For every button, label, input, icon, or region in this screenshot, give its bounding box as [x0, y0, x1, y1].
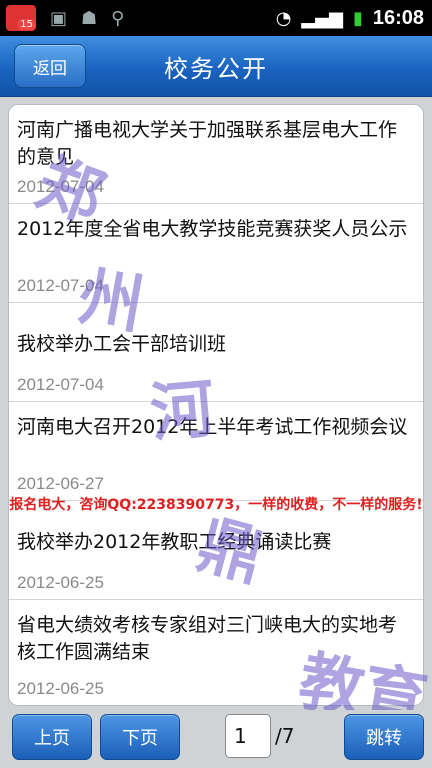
list-item[interactable]: 河南广播电视大学关于加强联系基层电大工作的意见 2012-07-04 — [9, 105, 423, 204]
item-title: 省电大绩效考核专家组对三门峡电大的实地考核工作圆满结束 — [17, 614, 398, 663]
news-list: 河南广播电视大学关于加强联系基层电大工作的意见 2012-07-04 2012年… — [8, 104, 424, 706]
prev-page-button[interactable]: 上页 — [12, 714, 92, 760]
list-item[interactable]: 2012年度全省电大教学技能竞赛获奖人员公示 2012-07-04 — [9, 204, 423, 303]
page-number-input[interactable]: 1 — [225, 714, 271, 758]
wifi-icon: ◔ — [275, 7, 292, 29]
next-page-button[interactable]: 下页 — [100, 714, 180, 760]
jump-button[interactable]: 跳转 — [344, 714, 424, 760]
list-item[interactable]: 河南电大召开2012年上半年考试工作视频会议 2012-06-27 — [9, 402, 423, 501]
item-date: 2012-06-25 — [17, 679, 104, 698]
usb-icon: ⚲ — [111, 7, 125, 29]
item-title: 河南电大召开2012年上半年考试工作视频会议 — [17, 416, 408, 438]
battery-charging-icon: ▮ — [352, 7, 363, 29]
pager-bar: 上页 下页 1 /7 跳转 — [0, 710, 432, 768]
item-date: 2012-06-25 — [17, 573, 104, 592]
item-date: 2012-07-04 — [17, 276, 104, 295]
list-item[interactable]: 我校举办工会干部培训班 2012-07-04 — [9, 303, 423, 402]
item-title: 河南广播电视大学关于加强联系基层电大工作的意见 — [17, 119, 398, 168]
list-item[interactable]: 省电大绩效考核专家组对三门峡电大的实地考核工作圆满结束 2012-06-25 — [9, 600, 423, 705]
title-bar: 返回 校务公开 — [0, 36, 432, 97]
item-title: 我校举办工会干部培训班 — [17, 333, 227, 355]
android-debug-icon: ☗ — [81, 7, 98, 29]
signal-icon: ▂▄▆ — [301, 7, 343, 29]
app-notification-icon: 15 — [6, 5, 36, 31]
item-date: 2012-07-04 — [17, 177, 104, 196]
item-date: 2012-07-04 — [17, 375, 104, 394]
back-button[interactable]: 返回 — [14, 44, 86, 88]
status-bar: 15 ▣ ☗ ⚲ ◔ ▂▄▆ ▮ 16:08 — [0, 0, 432, 36]
item-date: 2012-06-27 — [17, 474, 104, 493]
item-title: 2012年度全省电大教学技能竞赛获奖人员公示 — [17, 218, 408, 240]
list-item[interactable]: 我校举办2012年教职工经典诵读比赛 2012-06-25 — [9, 501, 423, 600]
notification-count: 15 — [17, 19, 36, 30]
item-title: 我校举办2012年教职工经典诵读比赛 — [17, 531, 332, 553]
clock: 16:08 — [372, 6, 424, 29]
image-notification-icon: ▣ — [50, 7, 68, 29]
page-total: /7 — [275, 724, 295, 748]
